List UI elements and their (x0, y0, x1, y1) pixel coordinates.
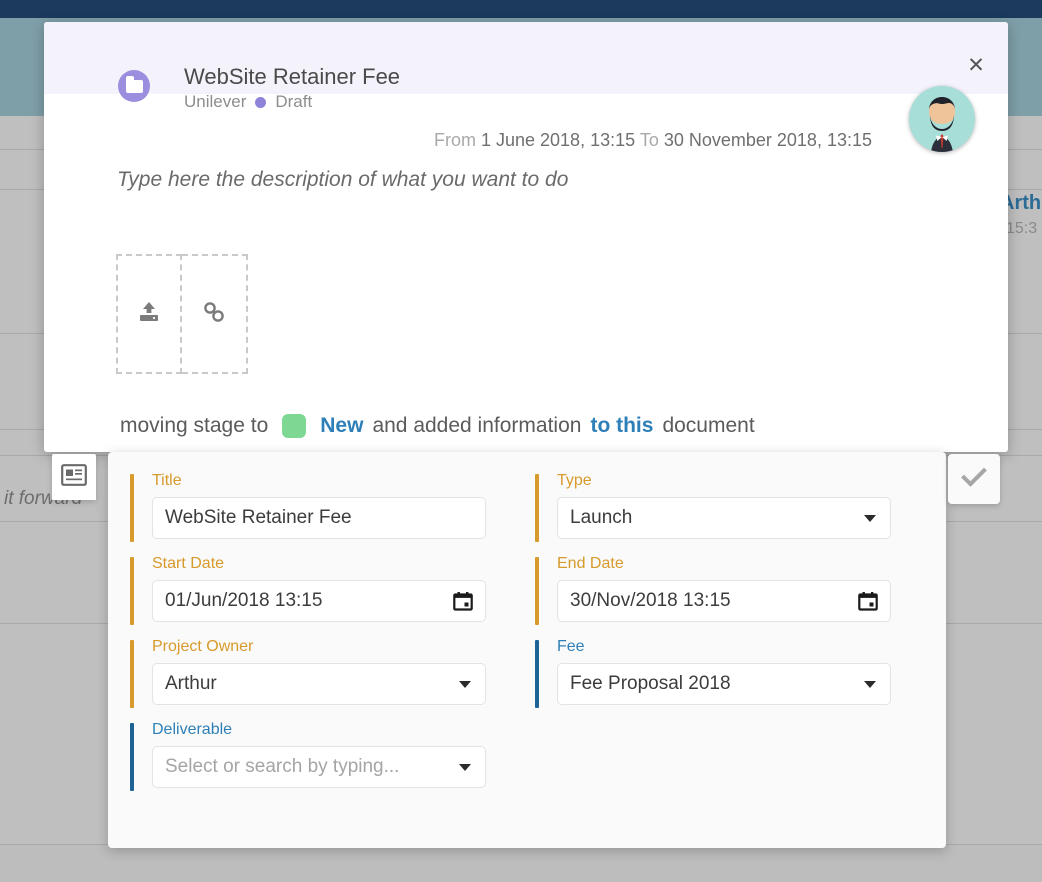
page-title: WebSite Retainer Fee (184, 64, 400, 90)
field-type: Type Launch (535, 472, 924, 539)
stage-change-message: moving stage to New and added informatio… (120, 414, 755, 438)
calendar-icon[interactable] (858, 591, 878, 611)
field-fee: Fee Fee Proposal 2018 (535, 638, 924, 705)
stage-name[interactable]: New (320, 414, 363, 438)
accent-bar (535, 640, 539, 708)
start-date-input[interactable]: 01/Jun/2018 13:15 (152, 580, 486, 622)
upload-icon (136, 300, 162, 329)
field-label: Deliverable (152, 721, 535, 739)
accent-bar (535, 474, 539, 542)
date-from-label: From (434, 130, 476, 150)
date-range: From 1 June 2018, 13:15 To 30 November 2… (434, 130, 872, 151)
avatar[interactable] (909, 86, 975, 152)
background-bottom-strip (0, 845, 1042, 882)
field-value: WebSite Retainer Fee (165, 507, 352, 529)
chevron-down-icon (864, 681, 876, 688)
description-input[interactable]: Type here the description of what you wa… (117, 168, 568, 192)
folder-icon (118, 70, 150, 102)
chevron-down-icon (459, 681, 471, 688)
field-project-owner: Project Owner Arthur (130, 638, 535, 705)
check-icon (961, 466, 987, 493)
date-to-label: To (640, 130, 659, 150)
document-link[interactable]: to this (590, 414, 653, 438)
fee-select[interactable]: Fee Proposal 2018 (557, 663, 891, 705)
chevron-down-icon (864, 515, 876, 522)
field-deliverable: Deliverable Select or search by typing..… (130, 721, 535, 788)
background-timestamp: 15:3 (1006, 220, 1037, 238)
stage-color-chip (282, 414, 306, 438)
stage-prefix: moving stage to (120, 414, 268, 438)
field-end-date: End Date 30/Nov/2018 13:15 (535, 555, 924, 622)
card-view-tab[interactable] (52, 454, 96, 500)
chevron-down-icon (459, 764, 471, 771)
title-input[interactable]: WebSite Retainer Fee (152, 497, 486, 539)
accent-bar (130, 557, 134, 625)
field-label: End Date (557, 555, 924, 573)
field-placeholder: Select or search by typing... (165, 756, 399, 778)
link-icon (201, 299, 227, 330)
accent-bar (535, 557, 539, 625)
accent-bar (130, 723, 134, 791)
card-view-icon (61, 464, 87, 491)
upload-dropzone[interactable] (116, 254, 182, 374)
confirm-button[interactable] (948, 454, 1000, 504)
accent-bar (130, 640, 134, 708)
type-select[interactable]: Launch (557, 497, 891, 539)
form-grid: Title WebSite Retainer Fee Type Launch S… (130, 472, 924, 788)
details-form-panel: Title WebSite Retainer Fee Type Launch S… (108, 452, 946, 848)
field-value: Arthur (165, 673, 217, 695)
app-top-bar (0, 0, 1042, 18)
date-from-value: 1 June 2018, 13:15 (481, 130, 635, 150)
status-badge: Draft (275, 92, 312, 112)
deliverable-select[interactable]: Select or search by typing... (152, 746, 486, 788)
modal-header: WebSite Retainer Fee Unilever Draft ✕ (44, 22, 1008, 94)
modal-subtitle: Unilever Draft (184, 92, 400, 112)
field-label: Type (557, 472, 924, 490)
stage-middle-text: and added information (372, 414, 581, 438)
activity-modal: WebSite Retainer Fee Unilever Draft ✕ Fr… (44, 22, 1008, 452)
company-name: Unilever (184, 92, 246, 112)
field-value: 01/Jun/2018 13:15 (165, 590, 322, 612)
field-label: Start Date (152, 555, 535, 573)
field-start-date: Start Date 01/Jun/2018 13:15 (130, 555, 535, 622)
date-to-value: 30 November 2018, 13:15 (664, 130, 872, 150)
accent-bar (130, 474, 134, 542)
field-label: Project Owner (152, 638, 535, 656)
field-value: Fee Proposal 2018 (570, 673, 731, 695)
field-label: Title (152, 472, 535, 490)
link-dropzone[interactable] (182, 254, 248, 374)
stage-suffix-text: document (662, 414, 754, 438)
project-owner-select[interactable]: Arthur (152, 663, 486, 705)
field-value: Launch (570, 507, 632, 529)
end-date-input[interactable]: 30/Nov/2018 13:15 (557, 580, 891, 622)
field-label: Fee (557, 638, 924, 656)
modal-header-texts: WebSite Retainer Fee Unilever Draft (184, 64, 400, 112)
attachment-dropzones (116, 254, 248, 374)
close-icon[interactable]: ✕ (964, 54, 988, 78)
field-value: 30/Nov/2018 13:15 (570, 590, 731, 612)
calendar-icon[interactable] (453, 591, 473, 611)
status-dot-icon (255, 97, 266, 108)
field-title: Title WebSite Retainer Fee (130, 472, 535, 539)
